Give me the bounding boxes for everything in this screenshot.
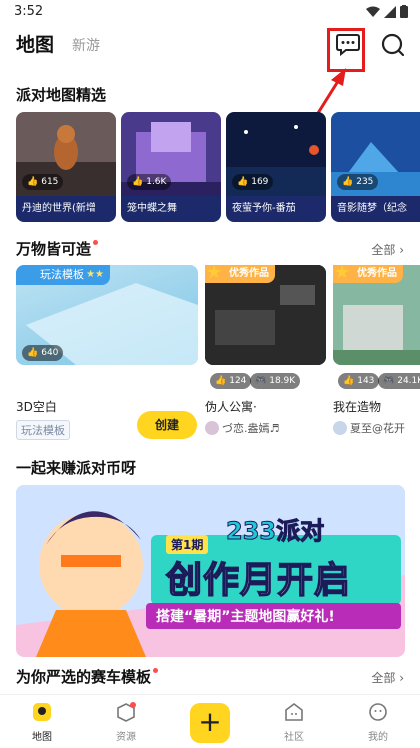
gamepad-icon: 🎮 <box>255 376 267 386</box>
section-racing-title: 为你严选的赛车模板 <box>16 666 159 687</box>
item-likes: 👍 124 <box>210 373 252 389</box>
gamepad-icon: 🎮 <box>383 376 395 386</box>
thumbs-up-icon: 👍 <box>342 177 354 187</box>
item-author[interactable]: づ恋.盎嫣♬ <box>205 420 279 436</box>
item-plays: 🎮24.1K <box>378 373 420 389</box>
item-plays-count: 24.1K <box>397 376 420 386</box>
item-likes: 👍 640 <box>22 345 64 361</box>
thumbs-up-icon: 👍 <box>343 376 355 386</box>
banner-title-top: 233派对 <box>225 517 325 546</box>
item-likes-count: 124 <box>229 376 247 386</box>
star-icon: ★ <box>206 262 223 283</box>
red-dot <box>153 668 159 673</box>
nav-community-label: 社区 <box>284 732 304 743</box>
item-plays: 🎮 18.9K <box>250 373 301 389</box>
nav-mine-label: 我的 <box>368 732 388 743</box>
map-name: 夜萤予你-番茄 <box>226 196 326 222</box>
search-icon[interactable] <box>380 32 406 58</box>
map-pin-icon <box>33 703 51 721</box>
event-banner[interactable]: 第1期 233派对 创作月开启 搭建“暑期”主题地图赢好礼! <box>16 485 405 657</box>
status-icons <box>366 5 408 18</box>
create-plus-button[interactable]: + <box>190 703 230 743</box>
thumbs-up-icon: 👍 <box>237 177 249 187</box>
item-author[interactable]: 夏至@花开 <box>333 420 405 436</box>
thumbs-up-icon: 👍 <box>215 376 227 386</box>
chevron-right-icon: › <box>399 671 404 685</box>
profile-icon <box>369 703 387 721</box>
racing-more-link[interactable]: 全部 › <box>371 669 404 686</box>
status-time: 3:52 <box>14 4 44 19</box>
tab-map[interactable]: 地图 <box>16 30 54 57</box>
star-rating-icon: ★★ <box>86 269 104 280</box>
map-likes-count: 615 <box>41 177 59 187</box>
map-likes: 👍 169 <box>232 174 274 190</box>
item-author-name: 夏至@花开 <box>350 422 405 435</box>
community-icon <box>285 703 303 721</box>
thumbs-up-icon: 👍 <box>27 177 39 187</box>
create-button[interactable]: 创建 <box>137 411 197 439</box>
gameplay-template-tag: 玩法模板 <box>16 420 70 440</box>
map-likes-count: 169 <box>251 177 269 187</box>
nav-mine[interactable]: 我的 <box>348 701 408 743</box>
item-name: 3D空白 <box>16 400 57 414</box>
all-things-more-link[interactable]: 全部 › <box>371 241 404 258</box>
battery-icon <box>400 5 408 18</box>
map-card[interactable]: 👍 1.6K 笼中蝶之舞 <box>121 112 221 222</box>
nav-map-label: 地图 <box>32 732 52 743</box>
avatar <box>333 421 347 435</box>
item-plays-count: 18.9K <box>269 376 296 386</box>
box-icon <box>117 702 136 722</box>
signal-icon <box>384 5 396 18</box>
status-bar: 3:52 <box>0 0 420 26</box>
nav-resource-label: 资源 <box>116 732 136 743</box>
map-card[interactable]: 👍 235 音影随梦（纪念 <box>331 112 420 222</box>
map-likes-count: 1.6K <box>146 177 167 187</box>
wifi-icon <box>366 6 380 17</box>
item-name: 我在造物 <box>333 400 382 414</box>
map-likes-count: 235 <box>356 177 374 187</box>
template-badge-label: 玩法模板 <box>40 268 84 281</box>
thumbs-up-icon: 👍 <box>27 348 39 358</box>
section-all-things-label: 万物皆可造 <box>16 240 92 258</box>
map-likes: 👍 235 <box>337 174 379 190</box>
section-earn-title: 一起来赚派对币呀 <box>16 459 137 477</box>
all-label: 全部 <box>371 243 396 257</box>
avatar <box>205 421 219 435</box>
item-author-name: づ恋.盎嫣♬ <box>222 422 280 435</box>
red-dot <box>93 240 99 245</box>
item-likes-count: 143 <box>357 376 375 386</box>
map-name: 笼中蝶之舞 <box>121 196 221 222</box>
chevron-right-icon: › <box>399 243 404 257</box>
section-racing-label: 为你严选的赛车模板 <box>16 668 152 686</box>
map-card[interactable]: 👍 169 夜萤予你-番茄 <box>226 112 326 222</box>
banner-subtitle: 搭建“暑期”主题地图赢好礼! <box>156 609 335 625</box>
nav-map[interactable]: 地图 <box>12 701 72 743</box>
bottom-navigation: 地图 资源 + 社区 我的 <box>0 694 420 748</box>
map-likes: 👍 615 <box>22 174 64 190</box>
map-name: 丹迪的世界(新增 <box>16 196 116 222</box>
star-icon: ★ <box>334 262 351 283</box>
all-label: 全部 <box>371 671 396 685</box>
item-likes-count: 640 <box>41 348 59 358</box>
item-likes: 👍 143 <box>338 373 380 389</box>
nav-community[interactable]: 社区 <box>264 701 324 743</box>
map-name: 音影随梦（纪念 <box>331 196 420 222</box>
section-all-things-title: 万物皆可造 <box>16 238 99 259</box>
tab-new-games[interactable]: 新游 <box>72 35 100 55</box>
nav-resource[interactable]: 资源 <box>96 701 156 743</box>
map-card[interactable]: 👍 615 丹迪的世界(新增 <box>16 112 116 222</box>
highlight-box <box>327 28 365 72</box>
item-name: 伪人公寓· <box>205 400 257 414</box>
section-featured-title: 派对地图精选 <box>16 86 107 104</box>
map-likes: 👍 1.6K <box>127 174 172 190</box>
thumbs-up-icon: 👍 <box>132 177 144 187</box>
banner-title-main: 创作月开启 <box>165 559 352 602</box>
template-badge: 玩法模板 ★★ <box>16 265 110 285</box>
